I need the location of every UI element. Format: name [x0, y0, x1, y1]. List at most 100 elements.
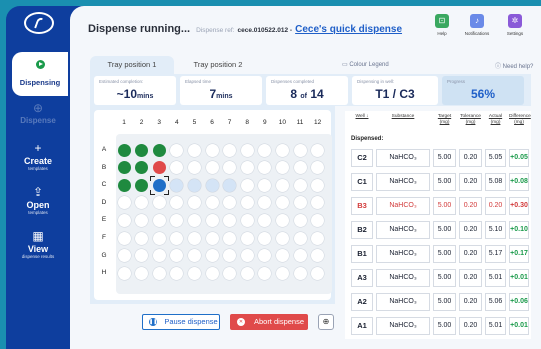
- well-H5[interactable]: [187, 266, 201, 280]
- well-B11[interactable]: [293, 161, 307, 175]
- well-H8[interactable]: [240, 266, 254, 280]
- well-F6[interactable]: [205, 231, 219, 245]
- well-F5[interactable]: [187, 231, 201, 245]
- well-F9[interactable]: [258, 231, 272, 245]
- well-D11[interactable]: [293, 196, 307, 210]
- well-F7[interactable]: [223, 231, 237, 245]
- well-A12[interactable]: [311, 143, 325, 157]
- tab-tray-position-2[interactable]: Tray position 2: [176, 56, 260, 74]
- well-A9[interactable]: [258, 143, 272, 157]
- well-C4[interactable]: [170, 178, 184, 192]
- well-C2[interactable]: [135, 178, 149, 192]
- well-A6[interactable]: [205, 143, 219, 157]
- well-F10[interactable]: [275, 231, 289, 245]
- table-row[interactable]: A1 NaHCO₃ 5.00 0.20 5.01 +0.01: [349, 317, 529, 335]
- well-H10[interactable]: [275, 266, 289, 280]
- well-E10[interactable]: [275, 213, 289, 227]
- well-E12[interactable]: [311, 213, 325, 227]
- sidebar-item-dispensing[interactable]: Dispensing: [12, 52, 68, 96]
- well-H1[interactable]: [117, 266, 131, 280]
- dispense-name-link[interactable]: Cece's quick dispense: [295, 24, 402, 35]
- table-row[interactable]: B1 NaHCO₃ 5.00 0.20 5.17 +0.17: [349, 245, 529, 263]
- well-E7[interactable]: [223, 213, 237, 227]
- well-D1[interactable]: [117, 196, 131, 210]
- well-C1[interactable]: [117, 178, 131, 192]
- well-F8[interactable]: [240, 231, 254, 245]
- well-A3[interactable]: [152, 143, 166, 157]
- well-C10[interactable]: [275, 178, 289, 192]
- well-C5[interactable]: [187, 178, 201, 192]
- notifications-button[interactable]: ♪ Notifications: [457, 14, 497, 36]
- well-E5[interactable]: [187, 213, 201, 227]
- well-H12[interactable]: [311, 266, 325, 280]
- zoom-button[interactable]: ⊕: [318, 314, 334, 330]
- table-row[interactable]: B3 NaHCO₃ 5.00 0.20 0.20 +0.30: [349, 197, 529, 215]
- well-G6[interactable]: [205, 249, 219, 263]
- tab-tray-position-1[interactable]: Tray position 1: [90, 56, 174, 74]
- table-header[interactable]: Well ↓: [351, 114, 373, 120]
- abort-dispense-button[interactable]: ✕ Abort dispense: [230, 314, 308, 330]
- well-D6[interactable]: [205, 196, 219, 210]
- well-E1[interactable]: [117, 213, 131, 227]
- well-B10[interactable]: [275, 161, 289, 175]
- well-H6[interactable]: [205, 266, 219, 280]
- well-D8[interactable]: [240, 196, 254, 210]
- well-A1[interactable]: [117, 143, 131, 157]
- well-C7[interactable]: [223, 178, 237, 192]
- well-C12[interactable]: [311, 178, 325, 192]
- well-B3[interactable]: [152, 161, 166, 175]
- well-H3[interactable]: [152, 266, 166, 280]
- well-E8[interactable]: [240, 213, 254, 227]
- well-D3[interactable]: [152, 196, 166, 210]
- need-help-link[interactable]: ⓘ Need help?: [495, 61, 533, 70]
- table-row[interactable]: B2 NaHCO₃ 5.00 0.20 5.10 +0.10: [349, 221, 529, 239]
- well-B1[interactable]: [117, 161, 131, 175]
- sidebar-item-create[interactable]: + Create templates: [6, 142, 70, 171]
- well-C6[interactable]: [205, 178, 219, 192]
- well-H2[interactable]: [135, 266, 149, 280]
- well-B5[interactable]: [187, 161, 201, 175]
- well-A2[interactable]: [135, 143, 149, 157]
- well-G3[interactable]: [152, 249, 166, 263]
- well-G8[interactable]: [240, 249, 254, 263]
- well-C11[interactable]: [293, 178, 307, 192]
- table-row[interactable]: A2 NaHCO₃ 5.00 0.20 5.06 +0.06: [349, 293, 529, 311]
- colour-legend-link[interactable]: ▭ Colour Legend: [342, 61, 389, 68]
- well-F3[interactable]: [152, 231, 166, 245]
- well-E11[interactable]: [293, 213, 307, 227]
- sidebar-item-view[interactable]: ▦ View dispense results: [6, 230, 70, 259]
- well-C8[interactable]: [240, 178, 254, 192]
- well-E2[interactable]: [135, 213, 149, 227]
- well-A10[interactable]: [275, 143, 289, 157]
- sidebar-item-open[interactable]: ⇪ Open templates: [6, 186, 70, 215]
- well-A8[interactable]: [240, 143, 254, 157]
- well-F1[interactable]: [117, 231, 131, 245]
- well-G5[interactable]: [187, 249, 201, 263]
- well-E3[interactable]: [152, 213, 166, 227]
- well-H7[interactable]: [223, 266, 237, 280]
- well-F12[interactable]: [311, 231, 325, 245]
- well-G10[interactable]: [275, 249, 289, 263]
- table-row[interactable]: A3 NaHCO₃ 5.00 0.20 5.01 +0.01: [349, 269, 529, 287]
- table-row[interactable]: C2 NaHCO₃ 5.00 0.20 5.05 +0.05: [349, 149, 529, 167]
- table-row[interactable]: C1 NaHCO₃ 5.00 0.20 5.08 +0.08: [349, 173, 529, 191]
- well-G11[interactable]: [293, 249, 307, 263]
- well-A11[interactable]: [293, 143, 307, 157]
- settings-button[interactable]: ✲ Settings: [495, 14, 535, 36]
- well-C9[interactable]: [258, 178, 272, 192]
- well-H9[interactable]: [258, 266, 272, 280]
- well-A7[interactable]: [223, 143, 237, 157]
- well-H4[interactable]: [170, 266, 184, 280]
- well-G1[interactable]: [117, 249, 131, 263]
- well-F2[interactable]: [135, 231, 149, 245]
- well-A4[interactable]: [170, 143, 184, 157]
- well-B8[interactable]: [240, 161, 254, 175]
- well-H11[interactable]: [293, 266, 307, 280]
- pause-dispense-button[interactable]: ❚❚ Pause dispense: [142, 314, 220, 330]
- well-F4[interactable]: [170, 231, 184, 245]
- well-E6[interactable]: [205, 213, 219, 227]
- well-B6[interactable]: [205, 161, 219, 175]
- well-A5[interactable]: [187, 143, 201, 157]
- help-button[interactable]: ⊡ Help: [422, 14, 462, 36]
- well-F11[interactable]: [293, 231, 307, 245]
